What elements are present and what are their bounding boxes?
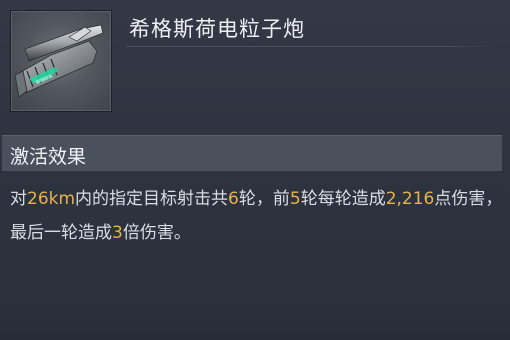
section-title: 激活效果 (10, 146, 87, 168)
effect-first-rounds: 5 (289, 189, 301, 209)
panel-bottom-shade (0, 300, 510, 340)
effect-text: 对 (10, 189, 27, 209)
effect-damage-multiplier: 3 (112, 223, 123, 243)
particle-cannon-module-icon (10, 10, 112, 112)
title-divider (126, 46, 494, 47)
item-tooltip-panel: 希格斯荷电粒子炮 激活效果 对26km内的指定目标射击共6轮，前5轮每轮造成2,… (0, 0, 510, 340)
effect-text: 轮每轮造成 (300, 189, 386, 209)
effect-shot-count: 6 (228, 189, 239, 209)
effect-text: 内的指定目标射击共 (75, 189, 229, 209)
effect-range-value: 26km (27, 189, 76, 209)
activation-effect-header: 激活效果 (2, 135, 502, 171)
effect-text: 倍伤害。 (122, 223, 191, 243)
effect-damage-value: 2,216 (385, 189, 435, 209)
effect-text: 轮，前 (238, 189, 290, 209)
effect-description: 对26km内的指定目标射击共6轮，前5轮每轮造成2,216点伤害，最后一轮造成3… (10, 182, 504, 250)
item-name: 希格斯荷电粒子炮 (129, 17, 305, 41)
